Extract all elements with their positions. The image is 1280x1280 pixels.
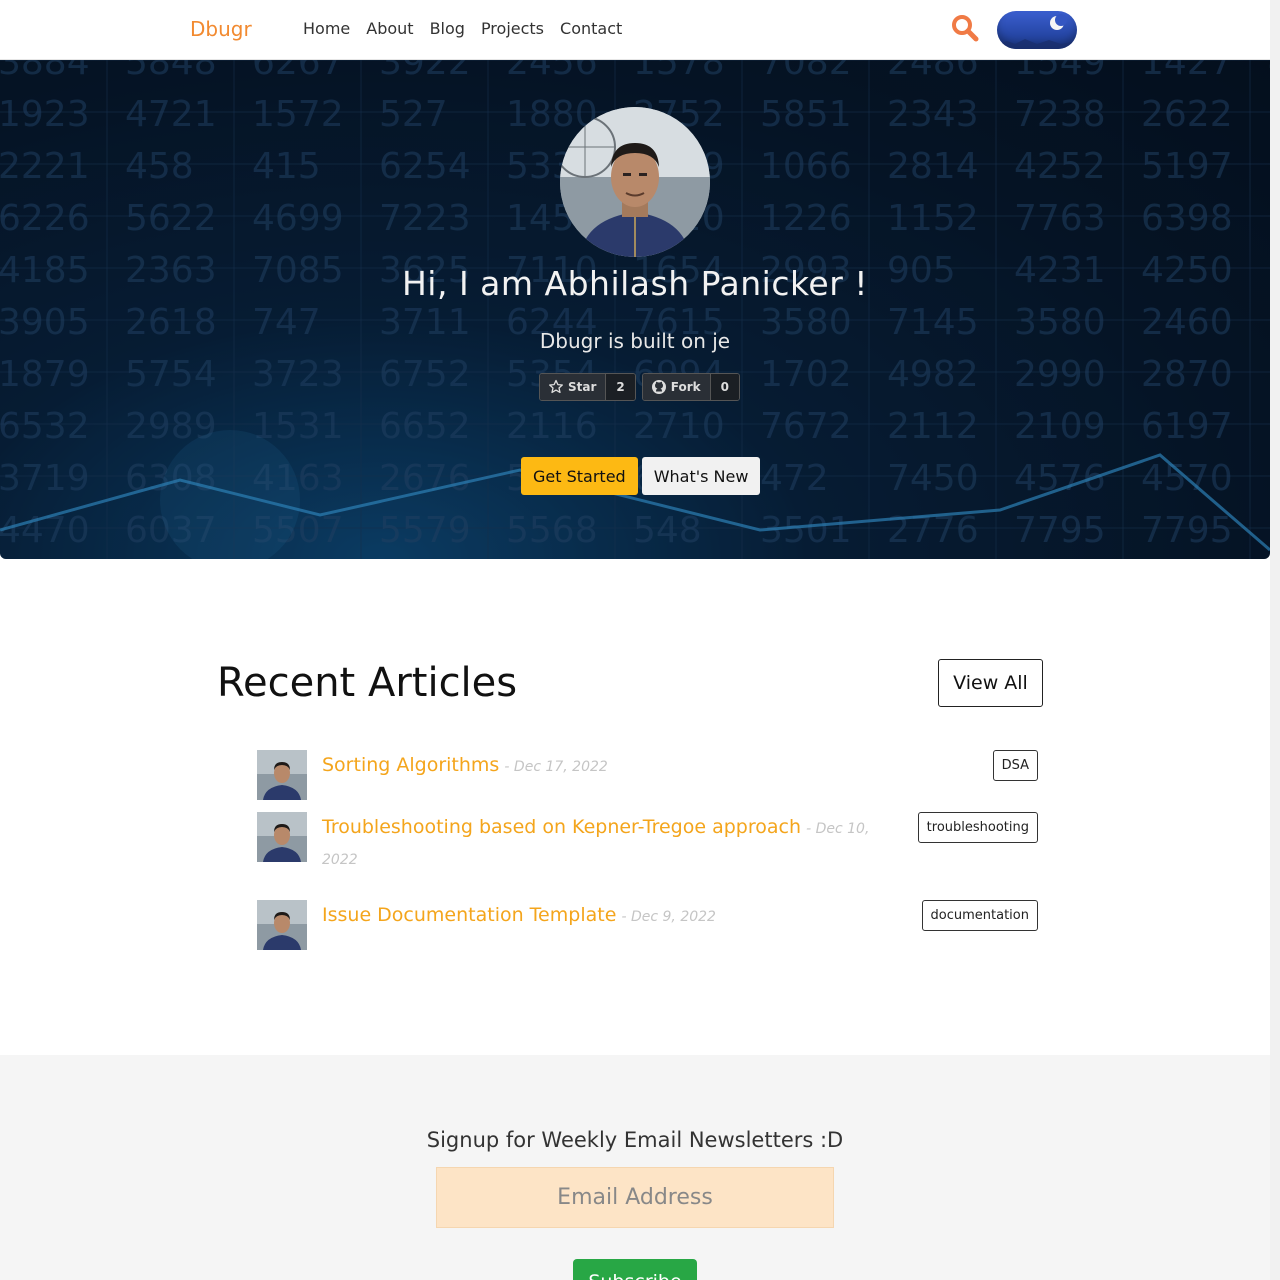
hero-cta-row: Get Started What's New bbox=[521, 457, 761, 495]
subscribe-button[interactable]: Subscribe bbox=[573, 1259, 697, 1280]
brand-logo[interactable]: Dbugr bbox=[190, 17, 252, 41]
github-icon bbox=[651, 380, 666, 394]
email-field[interactable] bbox=[436, 1167, 834, 1228]
theme-toggle[interactable] bbox=[997, 11, 1077, 49]
nav-contact[interactable]: Contact bbox=[560, 19, 622, 38]
star-label: Star bbox=[568, 380, 597, 394]
article-tag[interactable]: DSA bbox=[992, 750, 1038, 781]
article-date: - Dec 17, 2022 bbox=[504, 759, 608, 775]
navbar: Dbugr Home About Blog Projects Contact bbox=[0, 0, 1270, 60]
article-title[interactable]: Troubleshooting based on Kepner-Tregoe a… bbox=[322, 816, 801, 838]
article-thumbnail[interactable] bbox=[257, 812, 307, 862]
hero-section: 3884 5848 6267 3922 2456 1578 7082 2486 1549 1427… bbox=[0, 60, 1270, 559]
get-started-button[interactable]: Get Started bbox=[521, 457, 638, 495]
hero-title: Hi, I am Abhilash Panicker ! bbox=[401, 264, 869, 303]
nav-projects[interactable]: Projects bbox=[481, 19, 544, 38]
article-date: - Dec 9, 2022 bbox=[621, 909, 716, 925]
avatar bbox=[560, 107, 710, 257]
newsletter-section: Signup for Weekly Email Newsletters :D S… bbox=[0, 1055, 1270, 1280]
view-all-button[interactable]: View All bbox=[938, 659, 1043, 707]
star-icon bbox=[549, 379, 563, 394]
nav-links: Home About Blog Projects Contact bbox=[303, 19, 622, 38]
github-fork-button[interactable]: Fork 0 bbox=[641, 373, 740, 401]
nav-blog[interactable]: Blog bbox=[430, 19, 465, 38]
fork-label: Fork bbox=[670, 380, 701, 394]
article-thumbnail[interactable] bbox=[257, 750, 307, 800]
nav-about[interactable]: About bbox=[366, 19, 413, 38]
star-count[interactable]: 2 bbox=[605, 374, 635, 400]
recent-articles-heading: Recent Articles bbox=[217, 660, 518, 706]
nav-home[interactable]: Home bbox=[303, 19, 350, 38]
fork-count[interactable]: 0 bbox=[709, 374, 739, 400]
page-scrollbar[interactable] bbox=[1270, 0, 1280, 1280]
github-star-button[interactable]: Star 2 bbox=[539, 373, 636, 401]
article-thumbnail[interactable] bbox=[257, 900, 307, 950]
article-title[interactable]: Issue Documentation Template bbox=[322, 904, 616, 926]
search-icon[interactable] bbox=[950, 13, 980, 43]
article-tag[interactable]: documentation bbox=[921, 900, 1038, 931]
github-buttons: Star 2 Fork 0 bbox=[539, 373, 740, 401]
newsletter-heading: Signup for Weekly Email Newsletters :D bbox=[426, 1128, 844, 1152]
article-tag[interactable]: troubleshooting bbox=[917, 812, 1038, 843]
whats-new-button[interactable]: What's New bbox=[641, 457, 761, 495]
hero-subtitle: Dbugr is built on je bbox=[539, 329, 731, 353]
article-title[interactable]: Sorting Algorithms bbox=[322, 754, 499, 776]
toggle-hills-graphic bbox=[997, 39, 1077, 49]
